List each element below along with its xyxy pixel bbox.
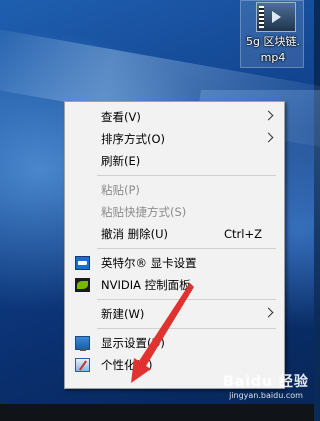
menu-item-label: 新建(W) [101,307,145,321]
menu-separator [97,175,276,176]
desktop-context-menu: 查看(V) 排序方式(O) 刷新(E) 粘贴(P) 粘贴快捷方式(S) 撤消 删… [64,101,285,389]
menu-separator [97,248,276,249]
baidu-watermark: Baidu 经验 jingyan.baidu.com [220,373,312,413]
menu-item-label: NVIDIA 控制面板 [101,278,191,292]
menu-separator [97,299,276,300]
menu-item-label: 刷新(E) [101,154,141,168]
chevron-right-icon [263,110,274,121]
menu-item-label: 英特尔® 显卡设置 [101,256,197,270]
desktop-file-label[interactable]: 5g 区块链. mp4 [242,34,304,66]
menu-separator [97,328,276,329]
menu-item-paste[interactable]: 粘贴(P) [65,179,284,201]
baidu-jingyan-logo: Baidu 经验 [223,374,309,390]
file-name-line2: mp4 [260,51,286,64]
menu-item-new[interactable]: 新建(W) [65,303,284,325]
menu-item-display-settings[interactable]: 显示设置(D) [65,332,284,354]
menu-item-view[interactable]: 查看(V) [65,106,284,128]
play-icon [272,11,281,23]
chevron-right-icon [263,132,274,143]
menu-item-label: 撤消 删除(U) [101,227,169,241]
menu-item-label: 显示设置(D) [101,336,165,350]
watermark-url: jingyan.baidu.com [229,391,303,400]
menu-item-undo-delete[interactable]: 撤消 删除(U) Ctrl+Z [65,223,284,245]
display-settings-icon [75,336,90,351]
menu-item-label: 查看(V) [101,110,141,124]
personalize-icon [75,358,90,372]
file-name-line1: 5g 区块链. [246,35,300,48]
menu-item-intel-graphics[interactable]: 英特尔® 显卡设置 [65,252,284,274]
menu-item-paste-shortcut[interactable]: 粘贴快捷方式(S) [65,201,284,223]
film-strip-icon [259,6,264,28]
menu-item-label: 排序方式(O) [101,132,166,146]
menu-item-label: 个性化(R) [101,358,153,372]
keyboard-shortcut: Ctrl+Z [224,227,262,241]
menu-item-nvidia-control-panel[interactable]: NVIDIA 控制面板 [65,274,284,296]
video-file-icon[interactable] [256,2,296,32]
chevron-right-icon [263,307,274,318]
menu-item-label: 粘贴快捷方式(S) [101,205,187,219]
menu-item-sort-by[interactable]: 排序方式(O) [65,128,284,150]
menu-item-refresh[interactable]: 刷新(E) [65,150,284,172]
nvidia-icon [75,278,90,292]
intel-graphics-icon [75,256,90,270]
menu-item-label: 粘贴(P) [101,183,140,197]
